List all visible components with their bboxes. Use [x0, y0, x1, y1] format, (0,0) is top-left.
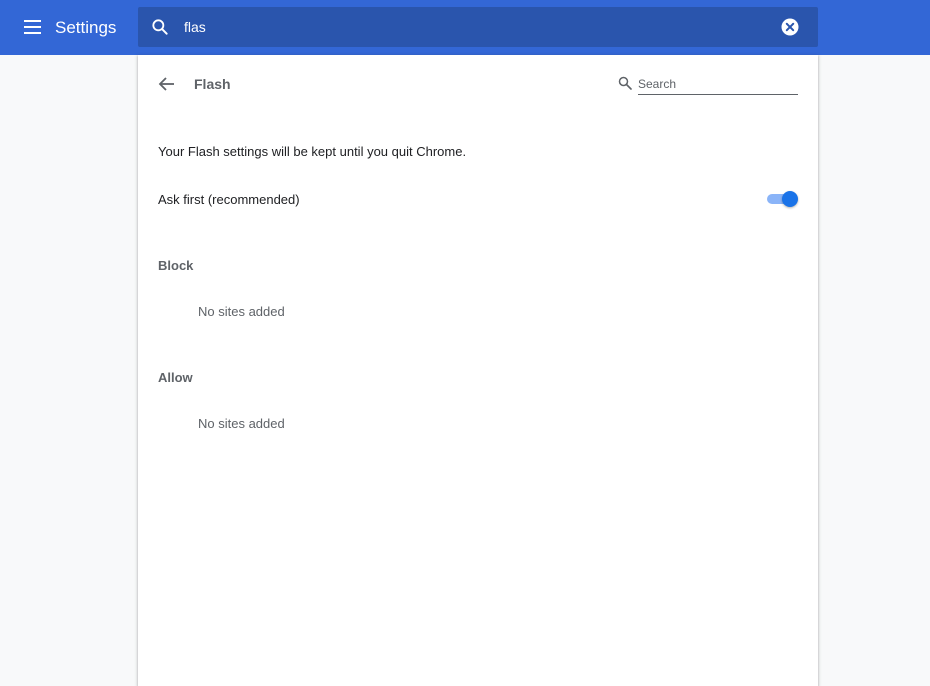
settings-card: Flash Your Flash settings will be kept u…: [138, 55, 818, 686]
clear-search-icon[interactable]: [781, 18, 799, 36]
block-heading: Block: [158, 258, 194, 273]
app-title: Settings: [55, 18, 117, 37]
subpage-title: Flash: [194, 76, 231, 92]
toolbar: Settings: [0, 0, 930, 55]
ask-first-label: Ask first (recommended): [158, 192, 300, 207]
ask-first-toggle[interactable]: [766, 191, 799, 207]
search-icon: [618, 76, 632, 90]
allow-heading: Allow: [158, 370, 193, 385]
back-arrow-icon[interactable]: [156, 73, 178, 95]
search-icon: [152, 19, 168, 35]
settings-search-input[interactable]: [184, 15, 764, 39]
settings-search: [138, 7, 818, 47]
allow-empty-text: No sites added: [198, 416, 285, 431]
flash-info-text: Your Flash settings will be kept until y…: [158, 144, 467, 159]
subpage-search-input[interactable]: [638, 73, 798, 95]
toggle-knob: [782, 191, 798, 207]
block-empty-text: No sites added: [198, 304, 285, 319]
menu-icon[interactable]: [20, 15, 46, 39]
subpage-search: [618, 73, 798, 95]
